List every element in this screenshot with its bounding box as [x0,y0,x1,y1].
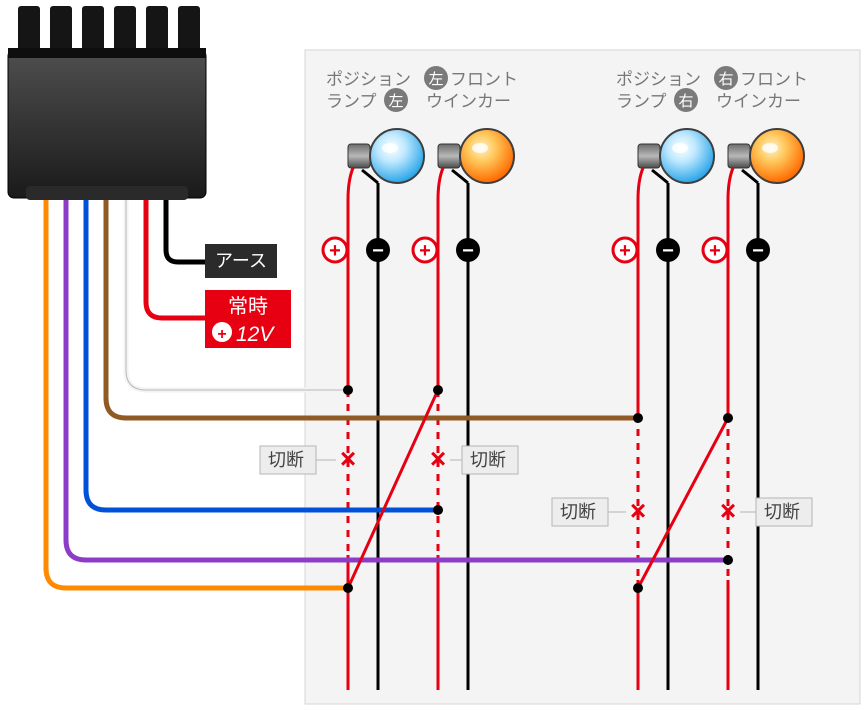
svg-text:ウインカー: ウインカー [716,92,801,111]
svg-text:+: + [619,240,631,262]
svg-text:+: + [217,326,226,343]
svg-text:右: 右 [678,93,693,110]
cut-label: 切断 [764,502,800,522]
svg-text:×: × [720,495,736,526]
svg-text:フロント: フロント [740,70,808,89]
connector-block [8,6,206,200]
badge-right-pos: 右 [674,88,698,112]
svg-text:ランプ: ランプ [616,92,667,111]
svg-text:12V: 12V [236,323,275,346]
svg-text:×: × [630,495,646,526]
label-winker-right: 右 フロント ウインカー [714,66,808,111]
svg-text:+: + [709,240,721,262]
badge-left-winker: 左 [424,66,448,90]
svg-text:フロント: フロント [450,70,518,89]
svg-text:+: + [329,240,341,262]
svg-text:ランプ: ランプ [326,92,377,111]
svg-text:−: − [662,240,674,262]
svg-text:+: + [419,240,431,262]
constant-12v-tag: 常時 + 12V [205,290,291,348]
svg-text:左: 左 [388,93,403,110]
svg-text:右: 右 [718,71,733,88]
wiring-diagram: ポジション ランプ 左 左 フロント ウインカー ポジション ランプ 右 右 フ… [0,0,866,710]
svg-text:常時: 常時 [228,295,268,318]
cut-label: 切断 [560,502,596,522]
svg-text:左: 左 [428,71,443,88]
svg-text:−: − [752,240,764,262]
svg-text:−: − [462,240,474,262]
svg-text:ウインカー: ウインカー [426,92,511,111]
earth-tag: アース [205,244,277,278]
badge-left-pos: 左 [384,88,408,112]
svg-text:×: × [430,443,446,474]
svg-text:ポジション: ポジション [616,70,701,89]
cut-label: 切断 [470,450,506,470]
svg-text:×: × [340,443,356,474]
badge-right-winker: 右 [714,66,738,90]
svg-text:ポジション: ポジション [326,70,411,89]
cut-label: 切断 [268,450,304,470]
svg-text:アース: アース [215,251,267,271]
svg-text:−: − [372,240,384,262]
label-winker-left: 左 フロント ウインカー [424,66,518,111]
